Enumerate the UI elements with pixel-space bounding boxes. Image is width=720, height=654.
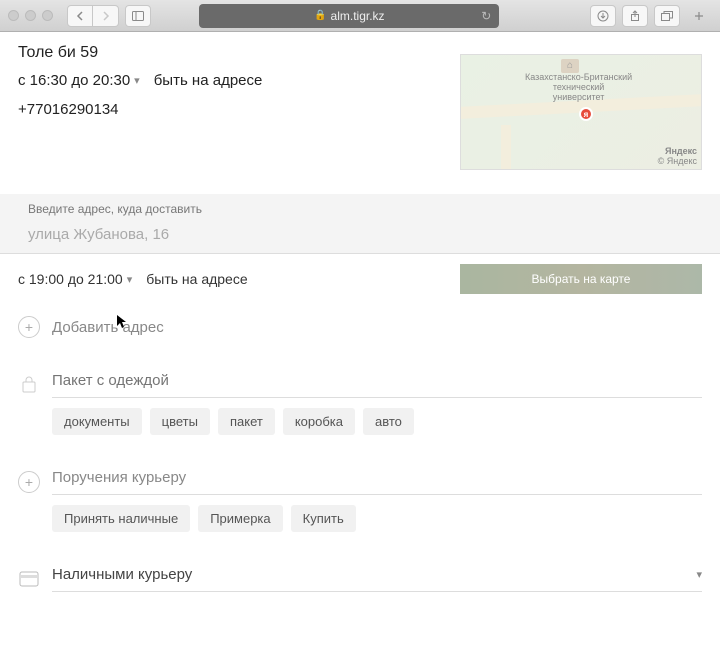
sidebar-toggle-icon[interactable] [125, 5, 151, 27]
map-poi-label: Казахстанско-Британский технический унив… [525, 73, 632, 103]
tabs-icon[interactable] [654, 5, 680, 27]
back-button[interactable] [67, 5, 93, 27]
tag-box[interactable]: коробка [283, 408, 355, 435]
chevron-down-icon: ▾ [696, 568, 702, 581]
lock-icon: 🔒 [314, 10, 326, 21]
chevron-down-icon: ▾ [127, 273, 133, 286]
url-text: alm.tigr.kz [331, 9, 385, 23]
map-attribution: Яндекс © Яндекс [658, 147, 697, 167]
tag-cash[interactable]: Принять наличные [52, 505, 190, 532]
tag-bag[interactable]: пакет [218, 408, 275, 435]
address-2-input[interactable] [18, 220, 702, 253]
browser-toolbar: 🔒 alm.tigr.kz ↻ [0, 0, 720, 32]
plus-icon: + [18, 471, 40, 493]
new-tab-icon[interactable] [686, 5, 712, 27]
time-value: с 19:00 до 21:00 [18, 271, 123, 287]
tasks-label[interactable]: Поручения курьеру [52, 469, 186, 486]
choose-on-map-button[interactable]: Выбрать на карте [460, 264, 702, 294]
address-1-time-hint: быть на адресе [154, 72, 263, 89]
tag-buy[interactable]: Купить [291, 505, 356, 532]
task-tags: Принять наличные Примерка Купить [52, 505, 702, 532]
wallet-icon [18, 568, 40, 590]
map-pin-icon: я [579, 107, 593, 121]
tag-documents[interactable]: документы [52, 408, 142, 435]
package-input[interactable] [52, 372, 702, 389]
maximize-window-icon[interactable] [42, 10, 53, 21]
address-2-block: Введите адрес, куда доставить [0, 194, 720, 254]
address-1-phone: +77016290134 [18, 101, 444, 118]
payment-label: Наличными курьеру [52, 566, 192, 583]
forward-button[interactable] [93, 5, 119, 27]
payment-select[interactable]: Наличными курьеру ▾ [52, 566, 702, 592]
tag-fitting[interactable]: Примерка [198, 505, 282, 532]
address-2-time-select[interactable]: с 19:00 до 21:00 ▾ [18, 271, 132, 287]
add-address-label: Добавить адрес [52, 319, 164, 336]
address-2-label: Введите адрес, куда доставить [18, 202, 702, 216]
reload-icon[interactable]: ↻ [481, 9, 491, 23]
building-icon: ⌂ [561, 59, 579, 73]
bag-icon [18, 374, 40, 396]
add-address-row[interactable]: + Добавить адрес [18, 316, 702, 338]
downloads-icon[interactable] [590, 5, 616, 27]
tag-auto[interactable]: авто [363, 408, 414, 435]
package-tags: документы цветы пакет коробка авто [52, 408, 702, 435]
share-icon[interactable] [622, 5, 648, 27]
tag-flowers[interactable]: цветы [150, 408, 210, 435]
time-value: с 16:30 до 20:30 [18, 72, 130, 89]
address-1-time-select[interactable]: с 16:30 до 20:30 ▾ [18, 72, 140, 89]
window-controls [8, 10, 53, 21]
plus-icon: + [18, 316, 40, 338]
map-preview-1[interactable]: ⌂ Казахстанско-Британский технический ун… [460, 54, 702, 170]
address-2-time-hint: быть на адресе [146, 271, 247, 287]
close-window-icon[interactable] [8, 10, 19, 21]
minimize-window-icon[interactable] [25, 10, 36, 21]
url-bar[interactable]: 🔒 alm.tigr.kz ↻ [199, 4, 499, 28]
chevron-down-icon: ▾ [134, 74, 140, 87]
